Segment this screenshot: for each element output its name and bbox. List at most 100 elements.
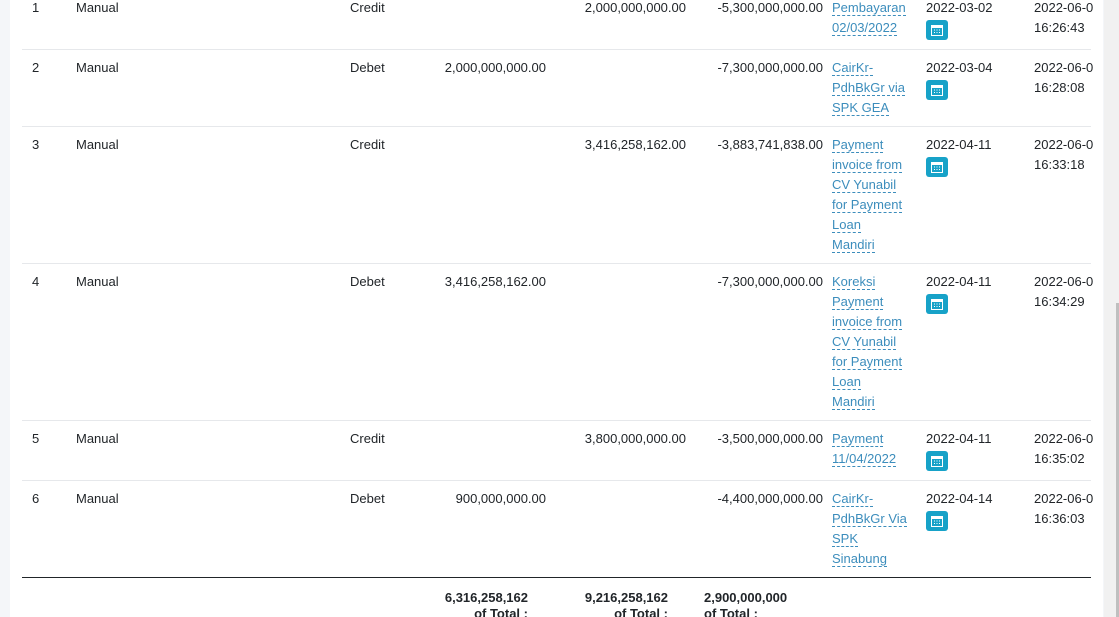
calendar-button[interactable] bbox=[926, 157, 948, 177]
description-line[interactable]: Payment bbox=[832, 137, 884, 153]
row-number: 5 bbox=[32, 431, 40, 446]
description-line[interactable]: PdhBkGr Via bbox=[832, 511, 907, 527]
description-link[interactable]: Koreksi Payment invoice from CV Yunabil … bbox=[832, 272, 912, 412]
date-text: 2022-04-11 bbox=[926, 431, 992, 446]
credit-amount: 3,800,000,000.00 bbox=[584, 431, 686, 446]
balance-amount: -3,883,741,838.00 bbox=[717, 137, 823, 152]
date-text: 2022-04-11 bbox=[926, 274, 992, 289]
table-row: 2 Manual Debet 2,000,000,000.00 -7,300,0… bbox=[22, 49, 1094, 127]
credit-amount: 3,416,258,162.00 bbox=[584, 137, 686, 152]
description-link[interactable]: Payment 11/04/2022 bbox=[832, 429, 912, 469]
entry-type: Manual bbox=[76, 431, 119, 446]
debit-credit: Debet bbox=[350, 274, 385, 289]
calendar-button[interactable] bbox=[926, 294, 948, 314]
transaction-date: 2022-04-14 bbox=[926, 489, 993, 531]
calendar-button[interactable] bbox=[926, 80, 948, 100]
debit-credit: Debet bbox=[350, 491, 385, 506]
total-balance: 2,900,000,000 of Total : bbox=[704, 590, 787, 617]
description-line[interactable]: Payment bbox=[832, 431, 884, 447]
description-line[interactable]: Pembayaran bbox=[832, 0, 906, 16]
created-at: 2022-06-0 16:33:18 bbox=[1034, 135, 1094, 175]
entry-type: Manual bbox=[76, 491, 119, 506]
calendar-icon bbox=[931, 85, 943, 96]
created-time: 16:36:03 bbox=[1034, 511, 1085, 526]
date-text: 2022-04-14 bbox=[926, 491, 993, 506]
description-link[interactable]: CairKr- PdhBkGr Via SPK Sinabung bbox=[832, 489, 912, 569]
description-link[interactable]: Pembayaran 02/03/2022 bbox=[832, 0, 912, 38]
table-row: 6 Manual Debet 900,000,000.00 -4,400,000… bbox=[22, 480, 1094, 577]
total-credit-value: 9,216,258,162 bbox=[584, 590, 668, 605]
total-credit-suffix: of Total : bbox=[614, 606, 668, 617]
created-time: 16:26:43 bbox=[1034, 20, 1085, 35]
description-line[interactable]: 02/03/2022 bbox=[832, 20, 898, 36]
total-balance-suffix: of Total : bbox=[704, 606, 758, 617]
table-row: 4 Manual Debet 3,416,258,162.00 -7,300,0… bbox=[22, 263, 1094, 421]
description-line[interactable]: SPK GEA bbox=[832, 100, 890, 116]
description-line[interactable]: invoice from bbox=[832, 314, 903, 330]
calendar-button[interactable] bbox=[926, 451, 948, 471]
debet-amount: 3,416,258,162.00 bbox=[444, 274, 546, 289]
created-time: 16:28:08 bbox=[1034, 80, 1085, 95]
description-line[interactable]: Loan bbox=[832, 374, 861, 390]
description-link[interactable]: Payment invoice from CV Yunabil for Paym… bbox=[832, 135, 912, 255]
row-number: 2 bbox=[32, 60, 40, 75]
description-line[interactable]: Koreksi bbox=[832, 274, 876, 290]
description-line[interactable]: CairKr- bbox=[832, 60, 874, 76]
description-line[interactable]: for Payment bbox=[832, 354, 903, 370]
calendar-icon bbox=[931, 516, 943, 527]
debit-credit: Debet bbox=[350, 60, 385, 75]
description-line[interactable]: invoice from bbox=[832, 157, 903, 173]
created-date: 2022-06-0 bbox=[1034, 60, 1094, 75]
created-date: 2022-06-0 bbox=[1034, 431, 1094, 446]
description-line[interactable]: Mandiri bbox=[832, 237, 875, 253]
created-date: 2022-06-0 bbox=[1034, 491, 1094, 506]
transaction-date: 2022-04-11 bbox=[926, 429, 992, 471]
date-text: 2022-03-02 bbox=[926, 0, 993, 15]
created-at: 2022-06-0 16:35:02 bbox=[1034, 429, 1094, 469]
total-balance-value: 2,900,000,000 bbox=[704, 590, 788, 605]
balance-amount: -3,500,000,000.00 bbox=[717, 431, 823, 446]
entry-type: Manual bbox=[76, 60, 119, 75]
description-line[interactable]: Mandiri bbox=[832, 394, 875, 410]
row-number: 6 bbox=[32, 491, 40, 506]
created-at: 2022-06-0 16:26:43 bbox=[1034, 0, 1094, 38]
description-line[interactable]: CV Yunabil bbox=[832, 177, 897, 193]
date-text: 2022-03-04 bbox=[926, 60, 993, 75]
description-link[interactable]: CairKr- PdhBkGr via SPK GEA bbox=[832, 58, 912, 118]
description-line[interactable]: Sinabung bbox=[832, 551, 887, 567]
description-line[interactable]: CV Yunabil bbox=[832, 334, 897, 350]
calendar-icon bbox=[931, 456, 943, 467]
created-date: 2022-06-0 bbox=[1034, 274, 1094, 289]
debit-credit: Credit bbox=[350, 0, 385, 15]
row-number: 4 bbox=[32, 274, 40, 289]
description-line[interactable]: PdhBkGr via bbox=[832, 80, 905, 96]
description-line[interactable]: SPK bbox=[832, 531, 859, 547]
row-number: 3 bbox=[32, 137, 40, 152]
description-line[interactable]: CairKr- bbox=[832, 491, 874, 507]
created-at: 2022-06-0 16:36:03 bbox=[1034, 489, 1094, 529]
entry-type: Manual bbox=[76, 137, 119, 152]
balance-amount: -7,300,000,000.00 bbox=[717, 274, 823, 289]
total-debet: 6,316,258,162 of Total : bbox=[445, 590, 528, 617]
description-line[interactable]: 11/04/2022 bbox=[832, 451, 897, 467]
total-debet-suffix: of Total : bbox=[474, 606, 528, 617]
date-text: 2022-04-11 bbox=[926, 137, 992, 152]
table-row: 1 Manual Credit 2,000,000,000.00 -5,300,… bbox=[22, 0, 1094, 50]
calendar-icon bbox=[931, 25, 943, 36]
description-line[interactable]: Payment bbox=[832, 294, 884, 310]
row-number: 1 bbox=[32, 0, 40, 15]
created-time: 16:33:18 bbox=[1034, 157, 1085, 172]
balance-amount: -4,400,000,000.00 bbox=[717, 491, 823, 506]
vertical-scrollbar[interactable] bbox=[1104, 0, 1119, 617]
table-row: 5 Manual Credit 3,800,000,000.00 -3,500,… bbox=[22, 420, 1094, 481]
ledger-table: 1 Manual Credit 2,000,000,000.00 -5,300,… bbox=[10, 0, 1103, 617]
description-line[interactable]: for Payment bbox=[832, 197, 903, 213]
created-date: 2022-06-0 bbox=[1034, 0, 1094, 15]
calendar-button[interactable] bbox=[926, 20, 948, 40]
calendar-button[interactable] bbox=[926, 511, 948, 531]
transaction-date: 2022-03-02 bbox=[926, 0, 993, 40]
description-line[interactable]: Loan bbox=[832, 217, 861, 233]
balance-amount: -7,300,000,000.00 bbox=[717, 60, 823, 75]
entry-type: Manual bbox=[76, 0, 119, 15]
entry-type: Manual bbox=[76, 274, 119, 289]
